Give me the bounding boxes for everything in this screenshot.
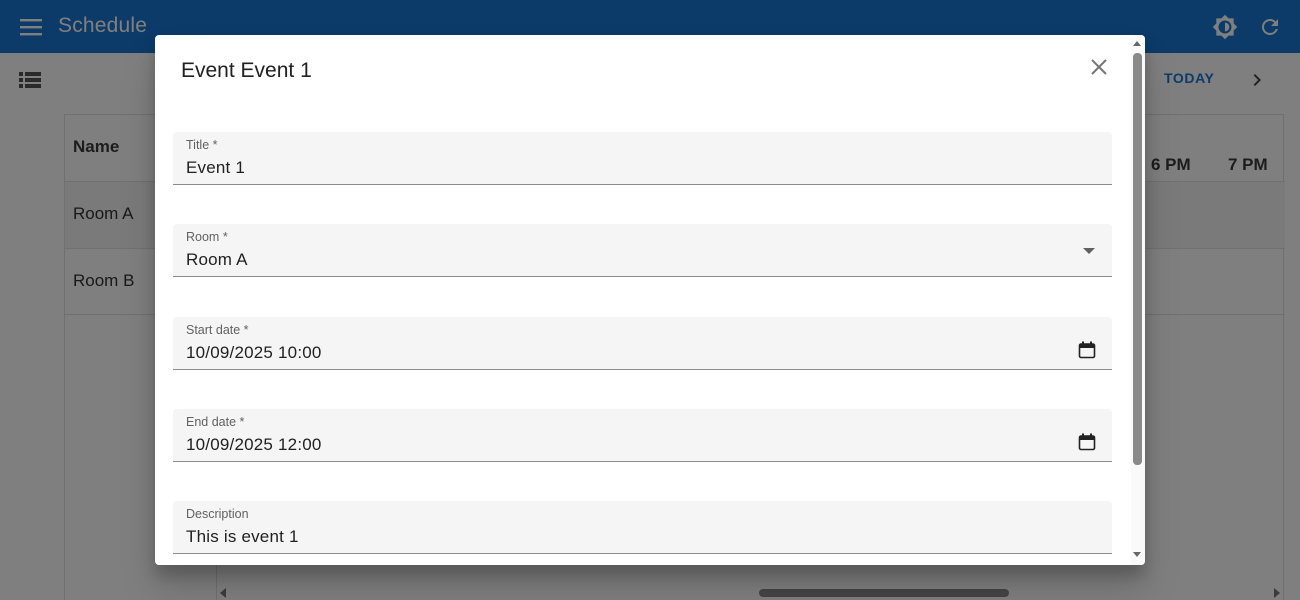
calendar-icon[interactable] [1078,341,1098,361]
room-select[interactable]: Room * Room A [173,224,1112,277]
chevron-down-icon[interactable] [1083,248,1095,254]
room-value[interactable]: Room A [186,250,248,270]
scroll-down-icon[interactable] [1133,552,1141,557]
title-input[interactable]: Event 1 [186,158,245,178]
scroll-up-icon[interactable] [1133,41,1141,46]
calendar-icon[interactable] [1078,433,1098,453]
field-label: Title * [186,138,218,152]
event-dialog: Event Event 1 Title * Event 1 Room * Roo… [155,35,1145,565]
title-field[interactable]: Title * Event 1 [173,132,1112,185]
vertical-scrollbar[interactable] [1131,35,1145,565]
dialog-title: Event Event 1 [181,59,312,82]
start-date-input[interactable]: 10/09/2025 10:00 [186,343,322,363]
end-date-input[interactable]: 10/09/2025 12:00 [186,435,322,455]
field-label: End date * [186,415,245,429]
field-label: Start date * [186,323,249,337]
field-label: Room * [186,230,228,244]
description-input[interactable]: This is event 1 [186,527,299,547]
field-label: Description [186,507,249,521]
description-field[interactable]: Description This is event 1 [173,501,1112,554]
end-date-field[interactable]: End date * 10/09/2025 12:00 [173,409,1112,462]
start-date-field[interactable]: Start date * 10/09/2025 10:00 [173,317,1112,370]
close-icon[interactable] [1085,53,1113,81]
scrollbar-thumb[interactable] [1133,53,1142,465]
